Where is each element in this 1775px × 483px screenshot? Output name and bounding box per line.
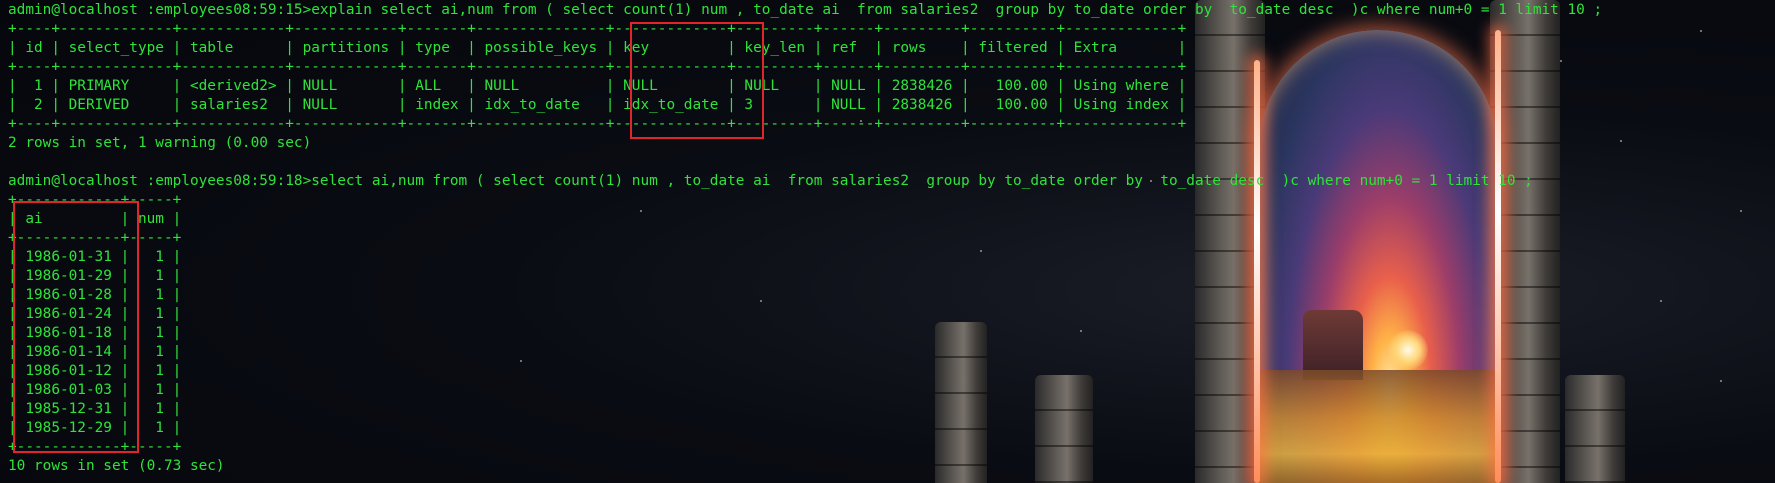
result-status: 2 rows in set, 1 warning (0.00 sec) [8, 135, 312, 151]
table-border: +----+-------------+------------+-------… [8, 21, 1187, 37]
stone-pillar [1565, 375, 1625, 483]
portal-image [1258, 30, 1498, 483]
stone-pillar [935, 322, 987, 483]
prompt-command-line: admin@localhost :employees08:59:18>selec… [8, 173, 1533, 189]
table-row: | 1 | PRIMARY | <derived2> | NULL | ALL … [8, 78, 1187, 94]
table-border: +----+-------------+------------+-------… [8, 59, 1187, 75]
ai-column-highlight [13, 201, 139, 453]
table-header-row: | id | select_type | table | partitions … [8, 40, 1187, 56]
terminal-window[interactable]: admin@localhost :employees08:59:15>expla… [0, 0, 1775, 483]
stone-pillar [1035, 375, 1093, 483]
key-column-highlight [630, 22, 764, 139]
table-border: +----+-------------+------------+-------… [8, 116, 1187, 132]
table-row: | 2 | DERIVED | salaries2 | NULL | index… [8, 97, 1187, 113]
result-status: 10 rows in set (0.73 sec) [8, 458, 225, 474]
prompt-command-line: admin@localhost :employees08:59:15>expla… [8, 2, 1603, 18]
